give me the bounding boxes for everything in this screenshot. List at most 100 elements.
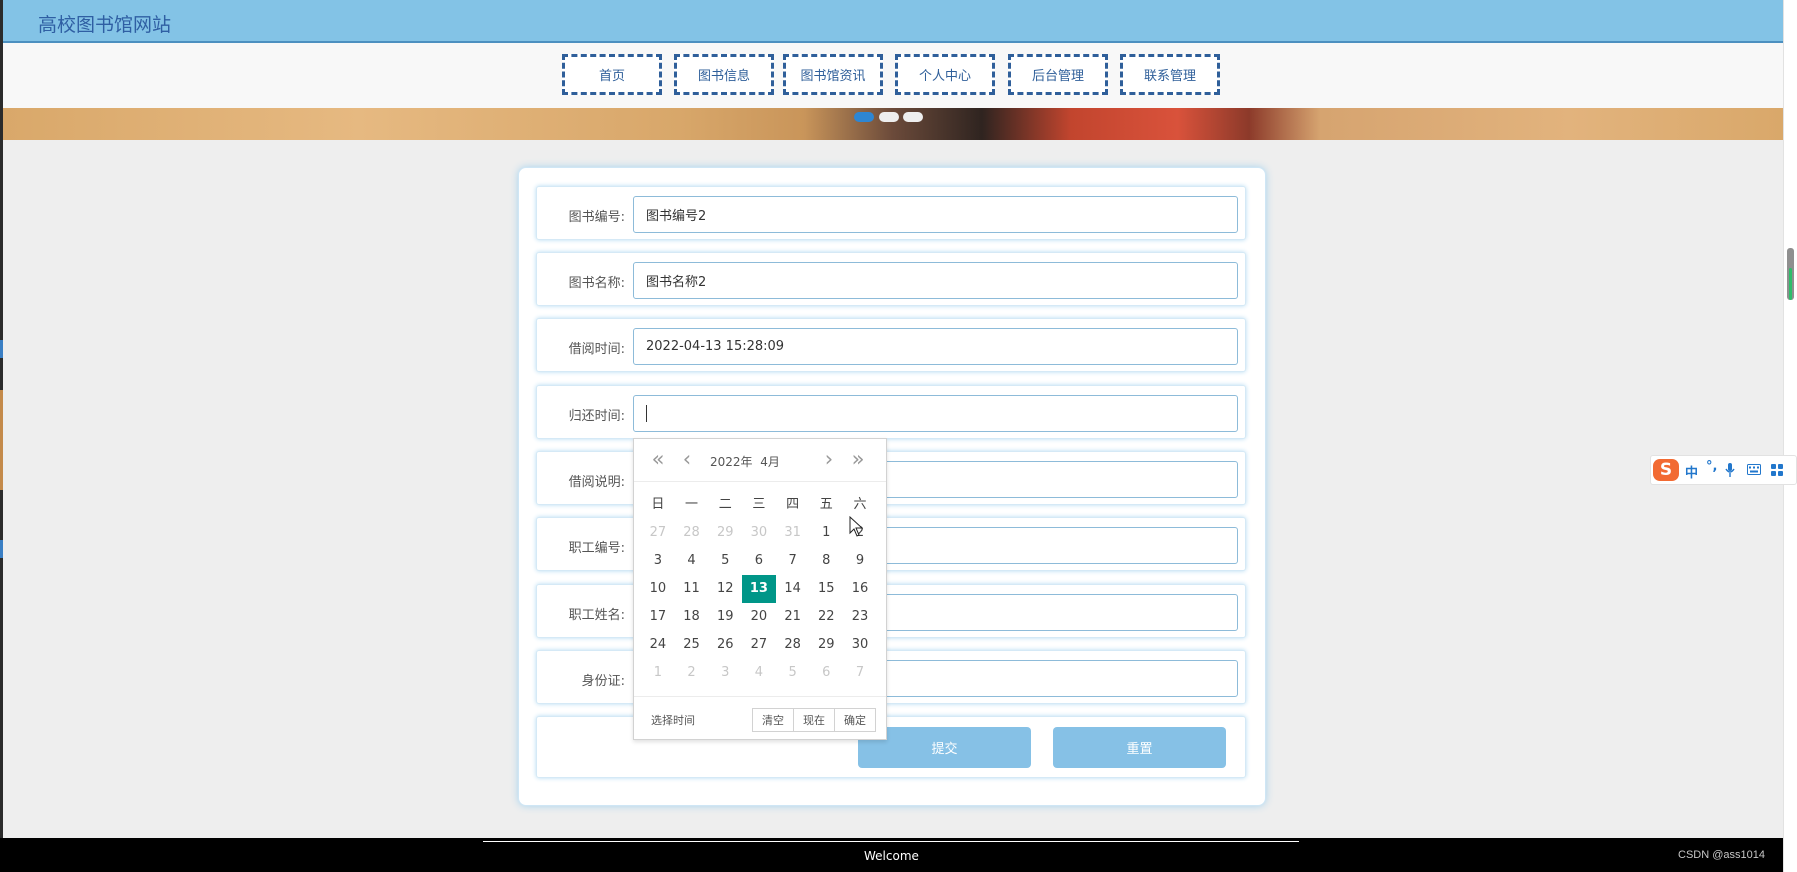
- nav-item-admin[interactable]: 后台管理: [1008, 54, 1108, 95]
- calendar-day-selected[interactable]: 13: [742, 575, 776, 603]
- keyboard-icon[interactable]: [1747, 464, 1761, 475]
- footer-divider: [483, 841, 1299, 842]
- calendar-day[interactable]: 10: [641, 575, 675, 603]
- form-row-borrow-time: 借阅时间: 2022-04-13 15:28:09: [536, 318, 1246, 372]
- ime-punctuation-mode[interactable]: °,: [1706, 459, 1717, 474]
- confirm-button[interactable]: 确定: [834, 708, 876, 732]
- borrow-form: 图书编号: 图书编号2 图书名称: 图书名称2 借阅时间: 2022-04-13…: [518, 167, 1266, 806]
- weekday-header-row: 日 一 二 三 四 五 六: [641, 491, 877, 519]
- calendar-day[interactable]: 17: [641, 603, 675, 631]
- calendar-day[interactable]: 25: [675, 631, 709, 659]
- staff-name-label: 职工姓名:: [568, 608, 625, 623]
- book-number-input[interactable]: 图书编号2: [633, 196, 1238, 233]
- weekday-label: 五: [819, 497, 833, 512]
- calendar-day[interactable]: 15: [809, 575, 843, 603]
- calendar-day[interactable]: 6: [809, 659, 843, 687]
- book-name-label: 图书名称:: [568, 276, 625, 291]
- page-scrollbar[interactable]: [1783, 0, 1797, 872]
- carousel-dot-2[interactable]: [879, 112, 899, 122]
- next-year-icon[interactable]: »: [846, 449, 870, 471]
- nav-item-home[interactable]: 首页: [562, 54, 662, 95]
- calendar-day[interactable]: 23: [843, 603, 877, 631]
- form-row-return-time: 归还时间:: [536, 385, 1246, 439]
- month-selector[interactable]: 4月: [760, 455, 780, 469]
- clear-button[interactable]: 清空: [752, 708, 794, 732]
- calendar-day[interactable]: 12: [708, 575, 742, 603]
- calendar-day[interactable]: 5: [708, 547, 742, 575]
- calendar-day[interactable]: 6: [742, 547, 776, 575]
- calendar-day[interactable]: 7: [776, 547, 810, 575]
- calendar-day[interactable]: 7: [843, 659, 877, 687]
- calendar-day[interactable]: 3: [708, 659, 742, 687]
- main-nav: 首页 图书信息 图书馆资讯 个人中心 后台管理 联系管理: [3, 43, 1783, 108]
- calendar-day[interactable]: 4: [742, 659, 776, 687]
- calendar-day[interactable]: 19: [708, 603, 742, 631]
- toolbox-grid-icon[interactable]: [1771, 464, 1783, 476]
- weekday-label: 二: [718, 497, 732, 512]
- page-footer: Welcome: [0, 838, 1783, 872]
- form-row-book-number: 图书编号: 图书编号2: [536, 186, 1246, 240]
- carousel-dot-3[interactable]: [903, 112, 923, 122]
- carousel-dot-1[interactable]: [854, 112, 874, 122]
- calendar-day[interactable]: 27: [742, 631, 776, 659]
- borrow-time-label: 借阅时间:: [568, 342, 625, 357]
- calendar-day[interactable]: 14: [776, 575, 810, 603]
- calendar-day[interactable]: 8: [809, 547, 843, 575]
- text-caret: [646, 405, 647, 422]
- calendar-day[interactable]: 20: [742, 603, 776, 631]
- calendar-week-row: 17 18 19 20 21 22 23: [641, 603, 877, 631]
- calendar-day[interactable]: 30: [843, 631, 877, 659]
- prev-year-icon[interactable]: «: [646, 449, 670, 471]
- now-button[interactable]: 现在: [793, 708, 835, 732]
- calendar-day[interactable]: 29: [708, 519, 742, 547]
- calendar-day[interactable]: 16: [843, 575, 877, 603]
- ime-chinese-mode[interactable]: 中: [1685, 462, 1698, 481]
- site-title[interactable]: 高校图书馆网站: [38, 10, 171, 37]
- calendar-day[interactable]: 3: [641, 547, 675, 575]
- sogou-logo-icon[interactable]: S: [1653, 459, 1679, 481]
- weekday-label: 六: [853, 497, 867, 512]
- book-name-input[interactable]: 图书名称2: [633, 262, 1238, 299]
- header-bar: 高校图书馆网站: [3, 0, 1783, 43]
- year-selector[interactable]: 2022年: [710, 455, 753, 469]
- microphone-icon[interactable]: [1725, 463, 1735, 477]
- calendar-day[interactable]: 11: [675, 575, 709, 603]
- calendar-day[interactable]: 5: [776, 659, 810, 687]
- mouse-cursor-icon: [849, 516, 863, 537]
- calendar-day[interactable]: 31: [776, 519, 810, 547]
- calendar-day[interactable]: 18: [675, 603, 709, 631]
- nav-item-personal-center[interactable]: 个人中心: [895, 54, 995, 95]
- calendar-day[interactable]: 4: [675, 547, 709, 575]
- form-row-book-name: 图书名称: 图书名称2: [536, 252, 1246, 306]
- calendar-day[interactable]: 28: [776, 631, 810, 659]
- calendar-day[interactable]: 27: [641, 519, 675, 547]
- date-picker-title: 2022年 4月: [710, 453, 780, 470]
- calendar-week-row: 10 11 12 13 14 15 16: [641, 575, 877, 603]
- borrow-time-input[interactable]: 2022-04-13 15:28:09: [633, 328, 1238, 365]
- calendar-day[interactable]: 2: [675, 659, 709, 687]
- nav-item-library-news[interactable]: 图书馆资讯: [783, 54, 883, 95]
- book-number-label: 图书编号:: [568, 210, 625, 225]
- nav-item-book-info[interactable]: 图书信息: [674, 54, 774, 95]
- calendar-day[interactable]: 1: [809, 519, 843, 547]
- calendar-day[interactable]: 24: [641, 631, 675, 659]
- calendar-day[interactable]: 9: [843, 547, 877, 575]
- calendar-day[interactable]: 26: [708, 631, 742, 659]
- next-month-icon[interactable]: ›: [817, 449, 841, 471]
- staff-number-label: 职工编号:: [568, 541, 625, 556]
- calendar-day[interactable]: 21: [776, 603, 810, 631]
- nav-item-contact-management[interactable]: 联系管理: [1120, 54, 1220, 95]
- calendar-day[interactable]: 1: [641, 659, 675, 687]
- weekday-label: 四: [786, 497, 800, 512]
- weekday-label: 日: [651, 497, 665, 512]
- calendar-day[interactable]: 28: [675, 519, 709, 547]
- calendar-day[interactable]: 22: [809, 603, 843, 631]
- select-time-link[interactable]: 选择时间: [651, 712, 695, 728]
- reset-button[interactable]: 重置: [1053, 727, 1226, 768]
- calendar-day[interactable]: 30: [742, 519, 776, 547]
- date-picker-header: « ‹ 2022年 4月 › »: [634, 439, 886, 482]
- calendar-day[interactable]: 29: [809, 631, 843, 659]
- prev-month-icon[interactable]: ‹: [675, 449, 699, 471]
- return-time-input[interactable]: [633, 395, 1238, 432]
- date-picker-footer: 选择时间 清空 现在 确定: [634, 696, 886, 741]
